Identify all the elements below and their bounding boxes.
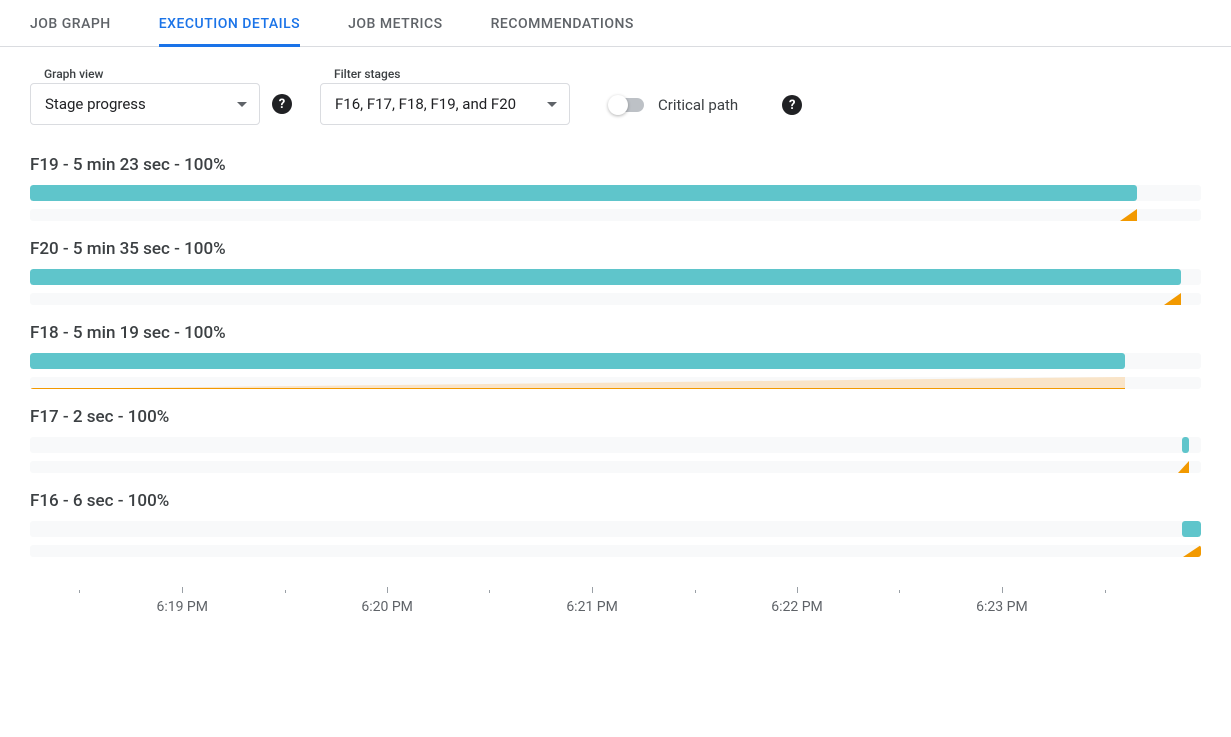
wedge-area <box>1120 209 1137 221</box>
wedge-area <box>1183 545 1201 557</box>
subtrack <box>30 377 1201 389</box>
subtrack <box>30 293 1201 305</box>
progress-bar <box>1182 437 1189 453</box>
stage-title: F19 - 5 min 23 sec - 100% <box>30 155 1201 175</box>
axis-tick-minor <box>79 590 80 593</box>
axis-tick-major <box>387 587 388 593</box>
axis-tick-major <box>182 587 183 593</box>
wedge-area <box>1164 293 1181 305</box>
graph-view-select[interactable]: Stage progress <box>30 83 260 125</box>
axis-tick-minor <box>285 590 286 593</box>
filter-stages-field: Filter stages F16, F17, F18, F19, and F2… <box>320 67 570 125</box>
stage-title: F17 - 2 sec - 100% <box>30 407 1201 427</box>
axis-tick-minor <box>489 590 490 593</box>
wedge-area <box>1178 461 1189 473</box>
axis-label: 6:22 PM <box>771 599 823 615</box>
progress-bar <box>30 269 1181 285</box>
axis-label: 6:23 PM <box>976 599 1028 615</box>
stage-title: F16 - 6 sec - 100% <box>30 491 1201 511</box>
tab-job-metrics[interactable]: JOB METRICS <box>348 1 442 47</box>
wedge-line <box>30 388 1125 389</box>
axis-label: 6:19 PM <box>156 599 208 615</box>
graph-view-value: Stage progress <box>45 95 146 113</box>
tab-recommendations[interactable]: RECOMMENDATIONS <box>491 1 634 47</box>
stage-row: F20 - 5 min 35 sec - 100% <box>30 239 1201 305</box>
time-axis: 6:19 PM 6:20 PM 6:21 PM 6:22 PM 6:23 PM <box>30 575 1201 615</box>
progress-bar <box>30 185 1137 201</box>
progress-bar <box>1182 521 1201 537</box>
critical-path-row: Critical path ? <box>610 95 802 115</box>
stage-title: F18 - 5 min 19 sec - 100% <box>30 323 1201 343</box>
chevron-down-icon <box>237 102 247 107</box>
stage-row: F19 - 5 min 23 sec - 100% <box>30 155 1201 221</box>
graph-view-field: Graph view Stage progress ? <box>30 67 292 125</box>
filter-stages-select[interactable]: F16, F17, F18, F19, and F20 <box>320 83 570 125</box>
tab-bar: JOB GRAPH EXECUTION DETAILS JOB METRICS … <box>0 0 1231 47</box>
axis-tick-minor <box>695 590 696 593</box>
subtrack <box>30 545 1201 557</box>
help-icon[interactable]: ? <box>782 95 802 115</box>
stage-progress-chart: F19 - 5 min 23 sec - 100% F20 - 5 min 35 … <box>0 125 1231 557</box>
tab-execution-details[interactable]: EXECUTION DETAILS <box>159 1 300 47</box>
progress-track[interactable] <box>30 521 1201 537</box>
progress-track[interactable] <box>30 437 1201 453</box>
filter-stages-label: Filter stages <box>320 67 570 81</box>
progress-track[interactable] <box>30 269 1201 285</box>
progress-bar <box>30 353 1125 369</box>
axis-label: 6:20 PM <box>361 599 413 615</box>
chevron-down-icon <box>547 102 557 107</box>
tab-job-graph[interactable]: JOB GRAPH <box>30 1 111 47</box>
graph-view-label: Graph view <box>30 67 292 81</box>
axis-label: 6:21 PM <box>566 599 618 615</box>
progress-track[interactable] <box>30 185 1201 201</box>
axis-tick-major <box>592 587 593 593</box>
subtrack <box>30 209 1201 221</box>
axis-tick-major <box>1002 587 1003 593</box>
axis-tick-major <box>797 587 798 593</box>
stage-row: F16 - 6 sec - 100% <box>30 491 1201 557</box>
critical-path-label: Critical path <box>658 96 738 114</box>
stage-row: F17 - 2 sec - 100% <box>30 407 1201 473</box>
help-icon[interactable]: ? <box>272 94 292 114</box>
critical-path-toggle[interactable] <box>610 98 644 112</box>
subtrack <box>30 461 1201 473</box>
axis-tick-minor <box>1105 590 1106 593</box>
axis-tick-minor <box>899 590 900 593</box>
stage-title: F20 - 5 min 35 sec - 100% <box>30 239 1201 259</box>
progress-track[interactable] <box>30 353 1201 369</box>
stage-row: F18 - 5 min 19 sec - 100% <box>30 323 1201 389</box>
controls-row: Graph view Stage progress ? Filter stage… <box>0 47 1231 125</box>
filter-stages-value: F16, F17, F18, F19, and F20 <box>335 95 516 113</box>
